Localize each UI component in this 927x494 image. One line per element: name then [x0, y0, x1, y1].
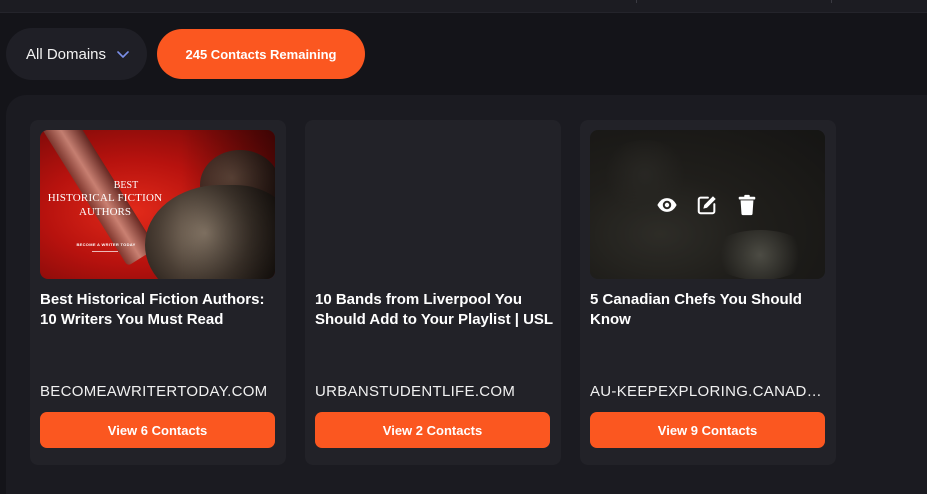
top-bar	[0, 0, 927, 13]
edit-icon[interactable]	[696, 194, 718, 216]
thumbnail-brand: BECOME A WRITER TODAY	[76, 242, 136, 247]
card-actions	[656, 194, 758, 216]
article-title[interactable]: 5 Canadian Chefs You Should Know	[590, 290, 830, 330]
article-card[interactable]: 10 Bands from Liverpool You Should Add t…	[305, 120, 561, 465]
article-card[interactable]: 5 Canadian Chefs You Should Know AU-KEEP…	[580, 120, 836, 465]
chevron-down-icon	[117, 51, 129, 58]
view-contacts-button[interactable]: View 9 Contacts	[590, 412, 825, 448]
top-divider	[636, 0, 637, 3]
view-contacts-button[interactable]: View 2 Contacts	[315, 412, 550, 448]
domain-filter-dropdown[interactable]: All Domains	[6, 28, 147, 80]
eye-icon[interactable]	[656, 194, 678, 216]
article-thumbnail[interactable]: BEST HISTORICAL FICTION AUTHORS BECOME A…	[40, 130, 275, 279]
thumbnail-caption: BEST	[113, 180, 139, 191]
divider	[92, 251, 118, 252]
article-domain: AU-KEEPEXPLORING.CANADA.TRAVEL	[590, 383, 830, 400]
filter-toolbar: All Domains 245 Contacts Remaining	[6, 28, 365, 80]
thumbnail-caption: AUTHORS	[79, 206, 131, 218]
article-title[interactable]: Best Historical Fiction Authors: 10 Writ…	[40, 290, 280, 330]
article-card[interactable]: BEST HISTORICAL FICTION AUTHORS BECOME A…	[30, 120, 286, 465]
article-thumbnail[interactable]	[590, 130, 825, 279]
trash-icon[interactable]	[736, 194, 758, 216]
article-thumbnail[interactable]	[315, 130, 550, 279]
domain-filter-label: All Domains	[26, 45, 107, 63]
thumbnail-caption: HISTORICAL FICTION	[47, 192, 163, 204]
top-divider	[831, 0, 832, 3]
article-domain: BECOMEAWRITERTODAY.COM	[40, 383, 268, 400]
contacts-remaining-badge: 245 Contacts Remaining	[157, 29, 365, 79]
view-contacts-button[interactable]: View 6 Contacts	[40, 412, 275, 448]
article-title[interactable]: 10 Bands from Liverpool You Should Add t…	[315, 290, 555, 330]
article-domain: URBANSTUDENTLIFE.COM	[315, 383, 516, 400]
